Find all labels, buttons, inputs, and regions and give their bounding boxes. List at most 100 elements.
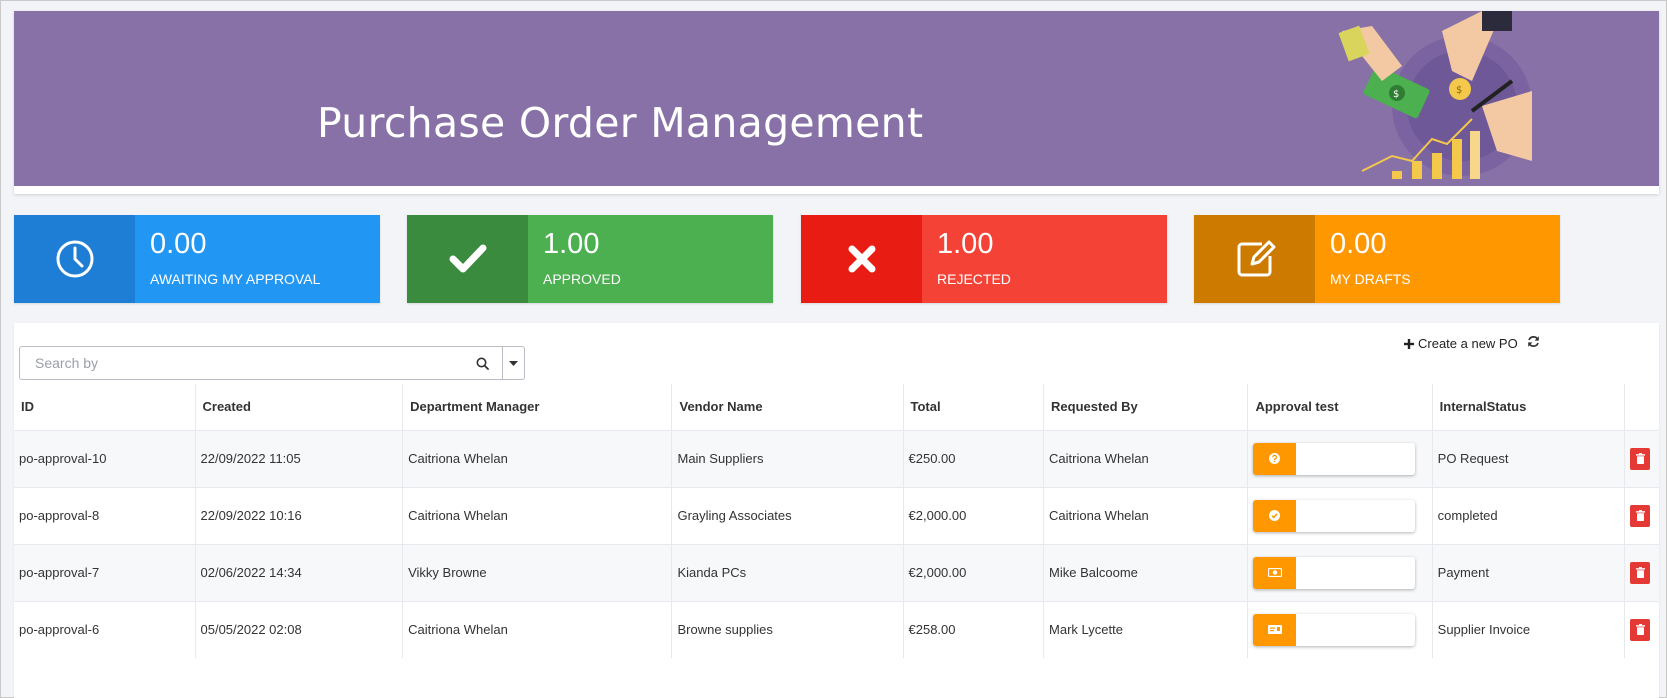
create-po-button[interactable]: Create a new PO: [1404, 336, 1518, 351]
cell-total: €258.00: [903, 600, 1045, 658]
cell-actions: [1624, 600, 1659, 658]
delete-button[interactable]: [1630, 618, 1651, 641]
cell-id: po-approval-7: [14, 543, 196, 601]
cell-total: €250.00: [903, 429, 1045, 487]
cell-approval: [1247, 600, 1433, 658]
search-icon: [476, 357, 489, 370]
search-options-dropdown[interactable]: [502, 347, 524, 379]
cell-created: 22/09/2022 11:05: [195, 429, 404, 487]
column-header-requested-by[interactable]: Requested By: [1043, 384, 1249, 430]
cell-actions: [1624, 486, 1659, 544]
delete-button[interactable]: [1630, 504, 1651, 527]
kpi-icon-box: [1194, 215, 1315, 303]
cell-vendor: Kianda PCs: [671, 543, 904, 601]
cell-requested-by: Caitriona Whelan: [1043, 429, 1249, 487]
cell-manager: Vikky Browne: [402, 543, 673, 601]
approval-step-button[interactable]: [1253, 442, 1297, 475]
kpi-label: MY DRAFTS: [1330, 271, 1411, 287]
cell-total: €2,000.00: [903, 486, 1045, 544]
question-icon: [1269, 453, 1281, 464]
table-row[interactable]: po-approval-7 02/06/2022 14:34 Vikky Bro…: [14, 543, 1659, 601]
cell-id: po-approval-6: [14, 600, 196, 658]
kpi-rejected[interactable]: 1.00 REJECTED: [801, 215, 1167, 303]
approval-step-button[interactable]: [1253, 499, 1297, 532]
delete-button[interactable]: [1630, 561, 1651, 584]
kpi-icon-box: [407, 215, 528, 303]
kpi-approved[interactable]: 1.00 APPROVED: [407, 215, 773, 303]
money-icon: [1267, 568, 1282, 577]
refresh-button[interactable]: [1527, 335, 1540, 353]
cell-vendor: Browne supplies: [671, 600, 904, 658]
table-row[interactable]: po-approval-10 22/09/2022 11:05 Caitrion…: [14, 429, 1659, 487]
cell-actions: [1624, 543, 1659, 601]
kpi-icon-box: [14, 215, 135, 303]
cell-manager: Caitriona Whelan: [402, 600, 673, 658]
cell-actions: [1624, 429, 1659, 487]
approval-progress[interactable]: [1253, 556, 1416, 589]
cell-total: €2,000.00: [903, 543, 1045, 601]
cell-approval: [1247, 543, 1433, 601]
kpi-awaiting-approval[interactable]: 0.00 AWAITING MY APPROVAL: [14, 215, 380, 303]
search-input[interactable]: [20, 347, 462, 379]
kpi-value: 1.00: [543, 228, 600, 260]
kpi-value: 0.00: [1330, 228, 1387, 260]
kpi-label: APPROVED: [543, 271, 621, 287]
column-header-vendor-name[interactable]: Vendor Name: [671, 384, 904, 430]
trash-icon: [1635, 453, 1645, 464]
plus-icon: [1404, 338, 1414, 349]
column-header-actions: [1625, 384, 1659, 430]
create-po-label: Create a new PO: [1418, 336, 1518, 351]
cell-status: Payment: [1432, 543, 1626, 601]
finance-illustration: $ $: [1338, 11, 1532, 179]
svg-text:$: $: [1393, 89, 1399, 100]
search-button[interactable]: [462, 347, 502, 379]
approval-progress[interactable]: [1253, 613, 1416, 646]
trash-icon: [1635, 510, 1645, 521]
cell-approval: [1247, 429, 1433, 487]
cell-vendor: Grayling Associates: [671, 486, 904, 544]
cell-vendor: Main Suppliers: [671, 429, 904, 487]
kpi-label: REJECTED: [937, 271, 1011, 287]
table-header-row: ID Created Department Manager Vendor Nam…: [14, 384, 1659, 430]
svg-text:$: $: [1456, 85, 1462, 96]
cell-created: 02/06/2022 14:34: [195, 543, 404, 601]
cell-requested-by: Mark Lycette: [1043, 600, 1249, 658]
approval-progress[interactable]: [1253, 442, 1416, 475]
cell-id: po-approval-10: [14, 429, 196, 487]
kpi-icon-box: [801, 215, 922, 303]
column-header-created[interactable]: Created: [195, 384, 404, 430]
cell-created: 05/05/2022 02:08: [195, 600, 404, 658]
kpi-my-drafts[interactable]: 0.00 MY DRAFTS: [1194, 215, 1560, 303]
cell-requested-by: Caitriona Whelan: [1043, 486, 1249, 544]
kpi-value: 0.00: [150, 228, 207, 260]
table-row[interactable]: po-approval-8 22/09/2022 10:16 Caitriona…: [14, 486, 1659, 544]
approval-progress[interactable]: [1253, 499, 1416, 532]
delete-button[interactable]: [1630, 447, 1651, 470]
invoice-icon: [1267, 625, 1282, 635]
cell-status: PO Request: [1432, 429, 1626, 487]
column-header-id[interactable]: ID: [14, 384, 196, 430]
clock-icon: [56, 240, 93, 278]
check-circle-icon: [1269, 510, 1281, 521]
po-table: ID Created Department Manager Vendor Nam…: [14, 384, 1659, 658]
cell-created: 22/09/2022 10:16: [195, 486, 404, 544]
column-header-total[interactable]: Total: [903, 384, 1045, 430]
kpi-value: 1.00: [937, 228, 994, 260]
cell-approval: [1247, 486, 1433, 544]
check-icon: [449, 244, 486, 273]
cell-id: po-approval-8: [14, 486, 196, 544]
column-header-department-manager[interactable]: Department Manager: [402, 384, 673, 430]
kpi-label: AWAITING MY APPROVAL: [150, 271, 321, 287]
page-title: Purchase Order Management: [317, 99, 924, 147]
approval-step-button[interactable]: [1253, 556, 1297, 589]
table-row[interactable]: po-approval-6 05/05/2022 02:08 Caitriona…: [14, 600, 1659, 658]
column-header-approval-test[interactable]: Approval test: [1247, 384, 1433, 430]
edit-icon: [1237, 240, 1275, 277]
cell-manager: Caitriona Whelan: [402, 429, 673, 487]
cell-requested-by: Mike Balcoome: [1043, 543, 1249, 601]
approval-step-button[interactable]: [1253, 613, 1297, 646]
trash-icon: [1635, 624, 1645, 636]
cell-status: completed: [1432, 486, 1626, 544]
trash-icon: [1635, 567, 1645, 578]
column-header-internal-status[interactable]: InternalStatus: [1432, 384, 1626, 430]
